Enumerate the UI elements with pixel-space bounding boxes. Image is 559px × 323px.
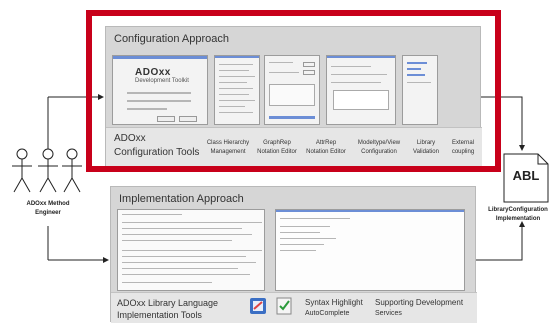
implementation-tools-title-line2: Implementation Tools — [117, 310, 202, 320]
abl-code-screenshot — [117, 209, 265, 291]
abl-editor-screenshot — [275, 209, 465, 291]
implementation-tools-title: ADOxx Library Language Implementation To… — [117, 297, 218, 321]
stick-figure-3 — [62, 148, 82, 193]
right-connector-bottom — [476, 221, 525, 261]
configuration-highlight-frame — [86, 10, 501, 172]
implementation-approach-title: Implementation Approach — [119, 193, 244, 205]
stick-figure-2 — [38, 148, 58, 193]
method-engineer-figures — [12, 148, 82, 193]
checklist-icon — [276, 297, 292, 315]
library-configuration-label: LibraryConfiguration Implementation — [488, 207, 548, 222]
method-engineer-label: ADOxx Method Engineer — [26, 201, 70, 216]
supporting-development-label: Supporting Development Services — [375, 298, 464, 317]
implementation-approach-panel: Implementation Approach ADOxx Library La… — [110, 186, 477, 323]
abl-document-label: ABL — [512, 168, 540, 183]
implementation-tools-bar: ADOxx Library Language Implementation To… — [111, 292, 477, 323]
implementation-tools-title-line1: ADOxx Library Language — [117, 298, 219, 308]
syntax-highlight-label: Syntax Highlight AutoComplete — [305, 298, 363, 317]
stick-figure-1 — [12, 148, 32, 193]
code-editor-icon — [250, 298, 266, 314]
